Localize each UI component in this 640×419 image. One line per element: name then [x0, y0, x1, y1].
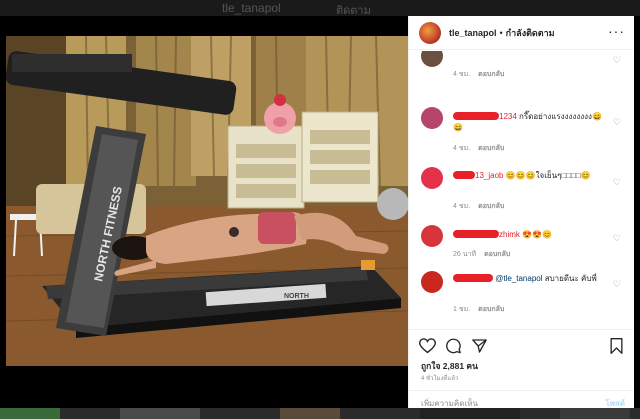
comment-heart-icon[interactable]: ♡: [613, 177, 621, 188]
share-icon[interactable]: [471, 338, 488, 354]
comment-heart-icon[interactable]: ♡: [613, 117, 621, 128]
reply-button[interactable]: ตอบกลับ: [478, 203, 504, 210]
comment-time: 4 ชม.: [453, 71, 471, 78]
treadmill-brand-small: NORTH: [284, 293, 309, 300]
post-modal: NORTH FITNESS NORTH tle_tanapol • กำลังต…: [6, 16, 634, 408]
heart-icon[interactable]: [419, 338, 436, 354]
comment-item: 4 ชม. ตอบกลับ ♡: [409, 51, 634, 80]
author-avatar[interactable]: [419, 21, 441, 44]
comment-meta: 4 ชม. ตอบกลับ: [453, 69, 504, 80]
comment-item: zhimk 😍😍😊 26 นาที ตอบกลับ ♡: [409, 225, 634, 265]
header-separator: •: [499, 27, 503, 38]
reply-button[interactable]: ตอบกลับ: [484, 251, 510, 258]
comment-username-suffix: 13_jaob: [475, 171, 504, 180]
photo-scene: NORTH FITNESS NORTH: [6, 36, 408, 366]
commenter-avatar[interactable]: [421, 271, 443, 293]
commenter-avatar[interactable]: [421, 51, 443, 67]
add-comment-row: เพิ่มความคิดเห็น โพสต์: [409, 390, 634, 408]
comments-list[interactable]: 4 ชม. ตอบกลับ ♡ 1234 กรี๊ดอย่างแรงงงงงงงง…: [409, 51, 634, 329]
redacted-username: [453, 112, 499, 120]
comment-icon[interactable]: [445, 338, 462, 354]
author-username[interactable]: tle_tanapol: [449, 28, 497, 38]
comment-meta: 4 ชม. ตอบกลับ: [453, 201, 504, 212]
comment-body: สบายดีนะ คับพี่: [542, 274, 597, 283]
comment-item: 13_jaob 😊😊😊ใจเย็นๆ□□□□😊 4 ชม. ตอบกลับ ♡: [409, 167, 634, 217]
likes-count[interactable]: ถูกใจ 2,881 คน: [421, 359, 478, 373]
reply-button[interactable]: ตอบกลับ: [478, 145, 504, 152]
redacted-username: [453, 274, 493, 282]
post-photo[interactable]: NORTH FITNESS NORTH: [6, 36, 408, 366]
redacted-username: [453, 171, 475, 179]
post-actions: ถูกใจ 2,881 คน 4 ชั่วโมงที่แล้ว เพิ่มควา…: [409, 329, 634, 408]
comment-body: 😊😊😊ใจเย็นๆ□□□□😊: [505, 171, 591, 180]
comment-heart-icon[interactable]: ♡: [613, 55, 621, 66]
action-icons-row: [419, 338, 625, 354]
comment-heart-icon[interactable]: ♡: [613, 233, 621, 244]
post-side-panel: tle_tanapol • กำลังติดตาม ··· 4 ชม. ตอบกล…: [408, 16, 634, 408]
comment-username-suffix: 1234: [499, 112, 517, 121]
reply-button[interactable]: ตอบกลับ: [478, 71, 504, 78]
comment-text: @tle_tanapol สบายดีนะ คับพี่: [453, 273, 611, 284]
add-comment-input[interactable]: เพิ่มความคิดเห็น: [421, 397, 478, 408]
photo-letterbox-bottom: [6, 366, 408, 408]
comment-body: 😍😍😊: [522, 230, 553, 239]
commenter-avatar[interactable]: [421, 225, 443, 247]
comment-time: 1 ชม.: [453, 306, 471, 313]
backdrop-top: tle_tanapol ติดตาม: [0, 0, 640, 17]
comment-meta: 4 ชม. ตอบกลับ: [453, 143, 504, 154]
backdrop-bottom: [0, 408, 640, 419]
post-comment-button[interactable]: โพสต์: [605, 397, 625, 408]
comment-meta: 1 ชม. ตอบกลับ: [453, 304, 504, 315]
bookmark-icon[interactable]: [609, 338, 624, 354]
comment-text: zhimk 😍😍😊: [453, 229, 611, 240]
comment-username-suffix: zhimk: [499, 230, 520, 239]
post-header: tle_tanapol • กำลังติดตาม ···: [409, 16, 634, 50]
comment-time: 4 ชม.: [453, 145, 471, 152]
reply-button[interactable]: ตอบกลับ: [478, 306, 504, 313]
comment-time: 4 ชม.: [453, 203, 471, 210]
redacted-username: [453, 230, 499, 238]
comment-text: 13_jaob 😊😊😊ใจเย็นๆ□□□□😊: [453, 170, 611, 181]
commenter-avatar[interactable]: [421, 167, 443, 189]
more-icon[interactable]: ···: [608, 24, 625, 38]
comment-meta: 26 นาที ตอบกลับ: [453, 249, 510, 260]
comment-item: @tle_tanapol สบายดีนะ คับพี่ 1 ชม. ตอบกลั…: [409, 271, 634, 321]
backdrop-username: tle_tanapol: [222, 1, 281, 15]
comment-time: 26 นาที: [453, 251, 477, 258]
photo-letterbox-top: [6, 16, 408, 36]
comment-item: 1234 กรี๊ดอย่างแรงงงงงงงง😄😄 4 ชม. ตอบกลับ…: [409, 107, 634, 157]
comment-text: 1234 กรี๊ดอย่างแรงงงงงงงง😄😄: [453, 111, 611, 133]
follow-status-button[interactable]: กำลังติดตาม: [506, 26, 555, 40]
commenter-avatar[interactable]: [421, 107, 443, 129]
comment-mention[interactable]: @tle_tanapol: [495, 274, 542, 283]
post-time-ago: 4 ชั่วโมงที่แล้ว: [421, 376, 459, 382]
comment-heart-icon[interactable]: ♡: [613, 279, 621, 290]
